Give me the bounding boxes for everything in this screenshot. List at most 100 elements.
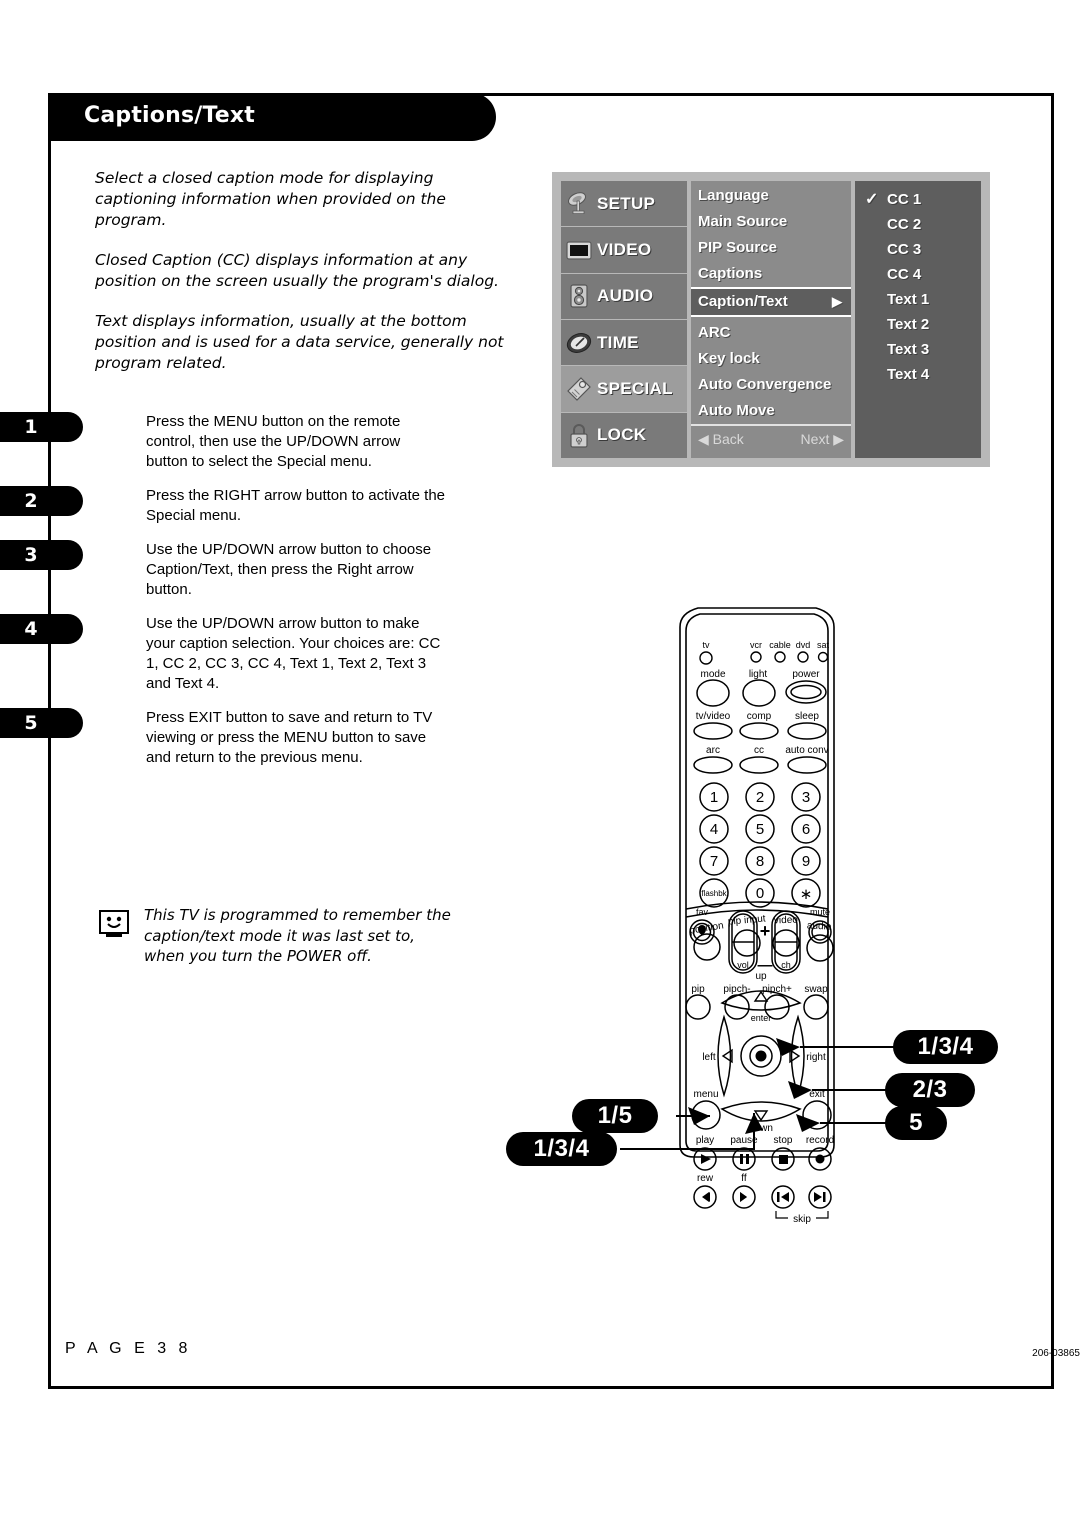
svg-text:video: video [774, 915, 799, 927]
osd-menu-item-main-source[interactable]: Main Source [691, 209, 851, 235]
step-text: Press EXIT button to save and return to … [146, 709, 433, 766]
svg-text:tv: tv [702, 640, 710, 650]
osd-menu-item-pip-source[interactable]: PIP Source [691, 235, 851, 261]
osd-option-text4[interactable]: Text 4 [855, 362, 981, 387]
svg-text:mode: mode [700, 669, 725, 680]
svg-text:up: up [755, 971, 767, 982]
svg-text:comp: comp [747, 711, 772, 722]
osd-menu-item-arc[interactable]: ARC [691, 320, 851, 346]
remote-control-svg: tv vcr cable dvd sat mode light power tv… [679, 607, 835, 1158]
callout-line-down-v [753, 1113, 755, 1149]
document-code-footer: 206-03865 [1032, 1348, 1080, 1359]
intro-paragraph: Select a closed caption mode for display… [95, 169, 446, 229]
svg-text:cc: cc [754, 745, 764, 756]
svg-text:sat: sat [817, 640, 830, 650]
callout-line-right [812, 1089, 890, 1091]
satellite-dish-icon [565, 190, 593, 218]
svg-text:4: 4 [710, 821, 718, 838]
svg-text:light: light [749, 669, 768, 680]
osd-category-label: AUDIO [597, 286, 654, 306]
svg-text:ff: ff [741, 1173, 747, 1184]
osd-option-label: CC 1 [887, 191, 922, 208]
osd-option-text1[interactable]: Text 1 [855, 287, 981, 312]
osd-option-text2[interactable]: Text 2 [855, 312, 981, 337]
osd-option-text3[interactable]: Text 3 [855, 337, 981, 362]
step-item: 1 Press the MENU button on the remote co… [0, 412, 1080, 472]
svg-text:8: 8 [756, 853, 764, 870]
osd-menu-item-auto-convergence[interactable]: Auto Convergence [691, 372, 851, 398]
callout-line-exit [820, 1122, 890, 1124]
osd-category-label: SETUP [597, 193, 656, 213]
svg-text:menu: menu [693, 1089, 718, 1100]
up-callout-badge: 1/3/4 [893, 1030, 998, 1064]
intro-paragraph: Text displays information, usually at th… [95, 312, 504, 372]
svg-text:audio: audio [807, 920, 832, 932]
step-number-badge: 5 [0, 708, 83, 738]
step-number-badge: 4 [0, 614, 83, 644]
svg-text:∗: ∗ [800, 886, 813, 903]
osd-submenu-bottom-group: ARC Key lock Auto Convergence Auto Move [691, 320, 851, 424]
svg-text:2: 2 [756, 789, 764, 806]
tv-screen-icon [565, 236, 593, 264]
osd-category-label: VIDEO [597, 239, 652, 259]
exit-callout-badge: 5 [885, 1106, 947, 1140]
tv-smiley-icon [98, 909, 134, 967]
callout-line-menu [676, 1115, 710, 1117]
osd-category-label: SPECIAL [597, 378, 673, 398]
svg-text:dvd: dvd [796, 640, 811, 650]
right-callout-badge: 2/3 [885, 1073, 975, 1107]
svg-text:swap: swap [804, 984, 828, 995]
step-text: Use the UP/DOWN arrow button to choose C… [146, 541, 432, 598]
step-text: Press the RIGHT arrow button to activate… [146, 487, 446, 524]
svg-text:mute: mute [810, 907, 830, 917]
svg-text:right: right [806, 1052, 826, 1063]
osd-option-cc4[interactable]: CC 4 [855, 262, 981, 287]
callout-line-down-h [620, 1148, 755, 1150]
svg-text:vol: vol [737, 960, 749, 970]
osd-menu-item-caption-text-selected[interactable]: Caption/Text ▶ [691, 287, 851, 317]
osd-category-time[interactable]: TIME [561, 319, 687, 367]
osd-category-setup[interactable]: SETUP [561, 181, 687, 228]
step-number-badge: 2 [0, 486, 83, 516]
osd-menu-item-captions[interactable]: Captions [691, 261, 851, 287]
svg-text:flashbk: flashbk [701, 889, 727, 898]
svg-text:6: 6 [802, 821, 810, 838]
svg-text:power: power [792, 669, 820, 680]
osd-category-special[interactable]: SPECIAL [561, 366, 687, 413]
menu-callout-badge: 1/5 [572, 1099, 658, 1133]
svg-text:pip: pip [691, 984, 705, 995]
step-text: Use the UP/DOWN arrow button to make you… [146, 615, 441, 692]
osd-option-cc3[interactable]: CC 3 [855, 237, 981, 262]
svg-text:enter: enter [751, 1013, 772, 1023]
svg-text:3: 3 [802, 789, 810, 806]
osd-category-audio[interactable]: AUDIO [561, 273, 687, 320]
tag-icon [565, 375, 593, 403]
svg-text:rew: rew [697, 1173, 714, 1184]
svg-text:9: 9 [802, 853, 810, 870]
svg-text:7: 7 [710, 853, 718, 870]
osd-category-label: TIME [597, 332, 639, 352]
checkmark-icon: ✓ [865, 191, 879, 208]
osd-category-video[interactable]: VIDEO [561, 227, 687, 274]
osd-submenu-top-group: Language Main Source PIP Source Captions [691, 181, 851, 287]
osd-menu-item-language[interactable]: Language [691, 183, 851, 209]
clock-icon [565, 329, 593, 357]
svg-text:sleep: sleep [795, 711, 819, 722]
chevron-right-icon: ▶ [832, 294, 842, 309]
svg-text:1: 1 [710, 789, 718, 806]
svg-text:left: left [702, 1052, 716, 1063]
osd-menu-item-key-lock[interactable]: Key lock [691, 346, 851, 372]
remote-control-illustration: tv vcr cable dvd sat mode light power tv… [620, 505, 1000, 1225]
down-callout-badge: 1/3/4 [506, 1132, 617, 1166]
svg-text:ch: ch [781, 960, 791, 970]
osd-option-cc2[interactable]: CC 2 [855, 212, 981, 237]
osd-menu-item-label: Caption/Text [698, 293, 788, 310]
remote-transport-buttons: rew ff skip [693, 1147, 832, 1225]
intro-paragraph: Closed Caption (CC) displays information… [95, 251, 499, 290]
step-number-badge: 1 [0, 412, 83, 442]
note-block: This TV is programmed to remember the ca… [98, 905, 458, 967]
svg-text:auto conv: auto conv [785, 745, 828, 756]
page-title: Captions/Text [84, 103, 256, 128]
svg-text:fav: fav [696, 907, 709, 917]
osd-option-cc1[interactable]: ✓ CC 1 [855, 187, 981, 212]
